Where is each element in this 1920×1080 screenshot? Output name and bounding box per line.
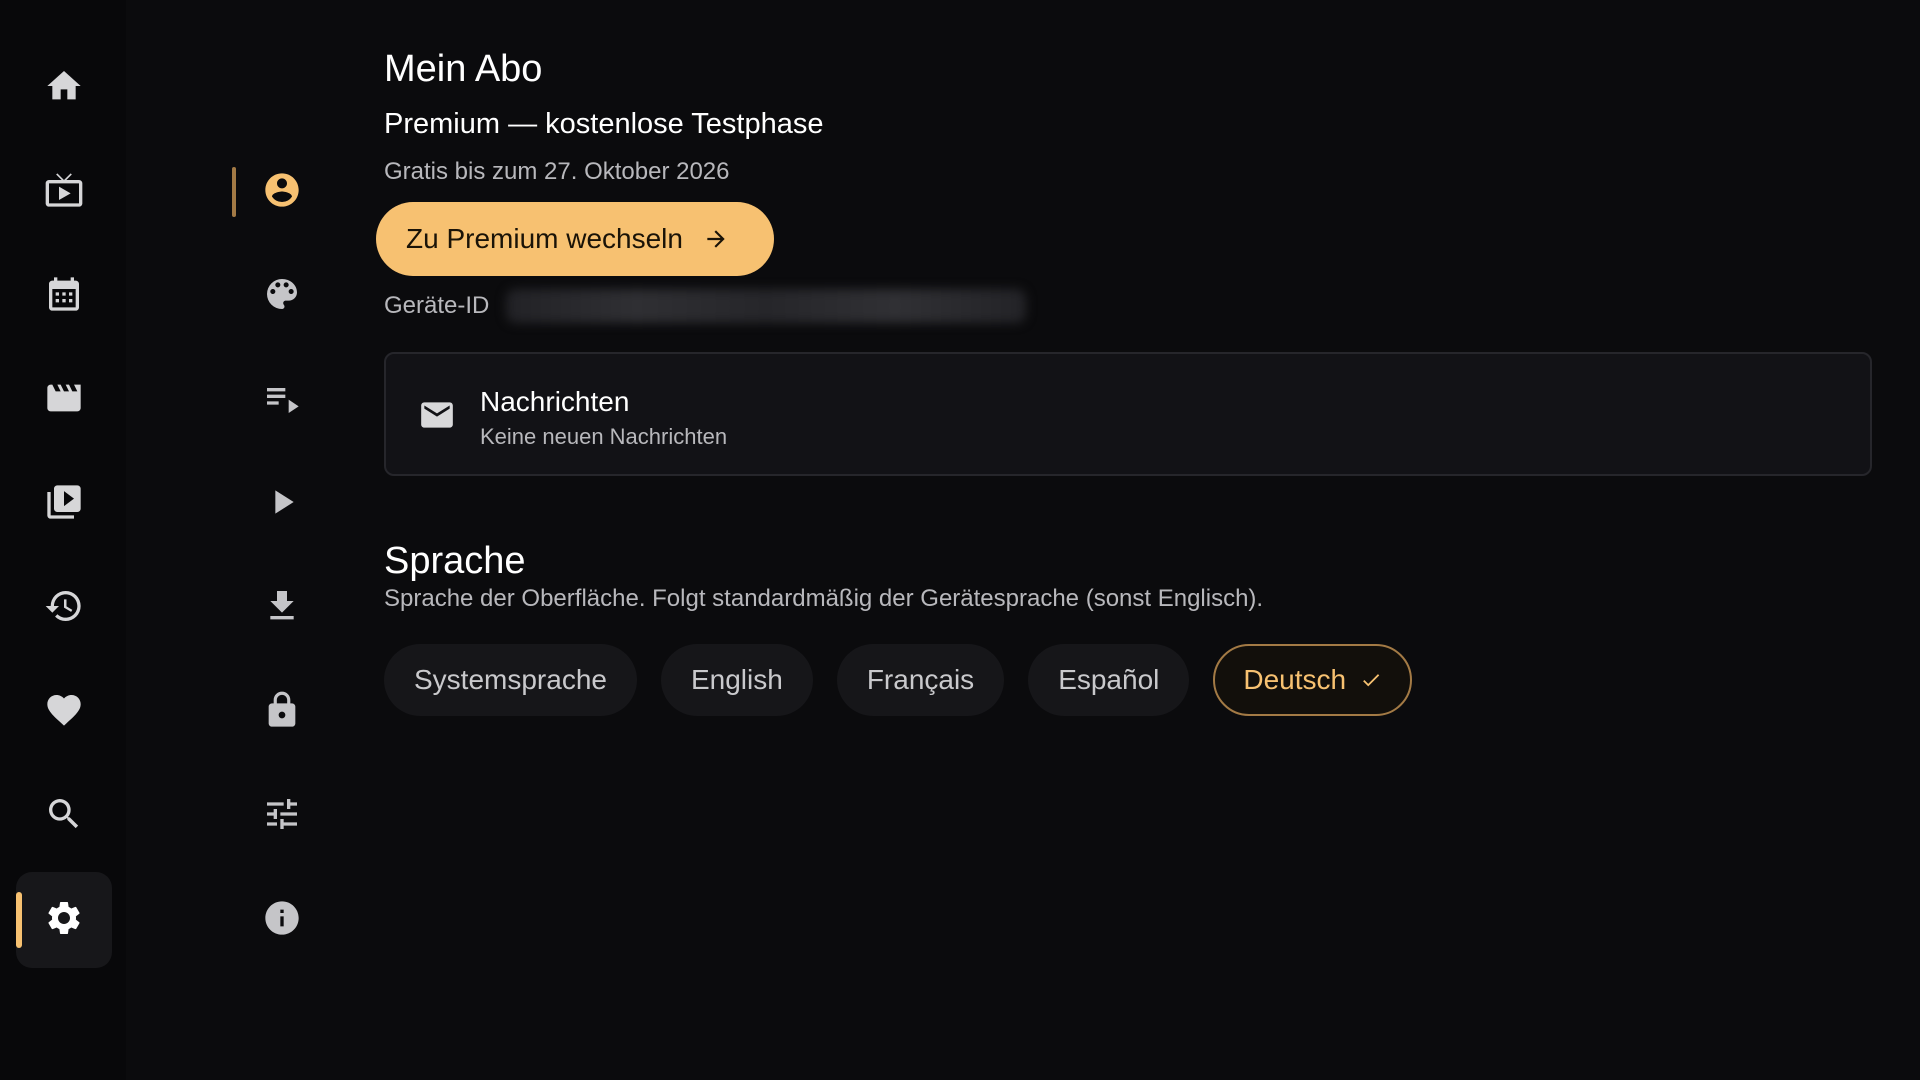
upgrade-premium-button[interactable]: Zu Premium wechseln — [376, 202, 774, 276]
calendar-icon — [44, 274, 84, 319]
settings-downloads[interactable] — [232, 568, 332, 648]
nav-search[interactable] — [16, 768, 112, 864]
settings-icon — [44, 898, 84, 943]
settings-subnav — [232, 0, 332, 1080]
settings-screen: Mein Abo Premium — kostenlose Testphase … — [0, 0, 1920, 1080]
language-option-spanish[interactable]: Español — [1028, 644, 1190, 716]
device-id-value-blurred — [506, 289, 1026, 323]
arrow-right-icon — [703, 226, 729, 252]
nav-library[interactable] — [16, 456, 112, 552]
live-tv-icon — [44, 170, 84, 215]
language-option-label: English — [690, 664, 783, 695]
info-icon — [262, 898, 302, 943]
history-icon — [44, 586, 84, 631]
download-icon — [262, 586, 302, 631]
mail-icon — [418, 396, 456, 439]
device-id-label: Geräte-ID — [384, 292, 490, 319]
language-option-english[interactable]: English — [660, 644, 813, 716]
settings-appearance[interactable] — [232, 256, 332, 336]
language-option-label: Español — [1058, 664, 1160, 695]
messages-card[interactable]: Nachrichten Keine neuen Nachrichten — [384, 352, 1872, 476]
movie-icon — [44, 378, 84, 423]
play-icon — [262, 482, 302, 527]
settings-playlists[interactable] — [232, 360, 332, 440]
nav-movies[interactable] — [16, 352, 112, 448]
settings-account[interactable] — [232, 152, 332, 232]
video-library-icon — [44, 482, 84, 527]
messages-title: Nachrichten — [480, 386, 630, 417]
nav-favorites[interactable] — [16, 664, 112, 760]
language-option-french[interactable]: Français — [836, 644, 1005, 716]
nav-settings[interactable] — [16, 872, 112, 968]
messages-status: Keine neuen Nachrichten — [480, 424, 728, 449]
language-option-label: Systemsprache — [414, 664, 607, 695]
lock-icon — [262, 690, 302, 735]
language-option-label: Deutsch — [1243, 664, 1347, 695]
language-description: Sprache der Oberfläche. Folgt standardmä… — [384, 585, 1264, 612]
plan-name: Premium — kostenlose Testphase — [384, 108, 824, 140]
settings-playback[interactable] — [232, 464, 332, 544]
playlist-play-icon — [262, 378, 302, 423]
subscription-title: Mein Abo — [384, 48, 543, 90]
language-option-system[interactable]: Systemsprache — [384, 644, 637, 716]
active-indicator — [232, 167, 236, 217]
account-icon — [262, 170, 302, 215]
settings-advanced[interactable] — [232, 776, 332, 856]
settings-security[interactable] — [232, 672, 332, 752]
palette-icon — [262, 274, 302, 319]
favorite-icon — [44, 690, 84, 735]
upgrade-button-label: Zu Premium wechseln — [406, 223, 683, 254]
account-settings-panel: Mein Abo Premium — kostenlose Testphase … — [376, 0, 1894, 1080]
tune-icon — [262, 794, 302, 839]
trial-end-date: Gratis bis zum 27. Oktober 2026 — [384, 158, 730, 185]
language-option-german[interactable]: Deutsch — [1213, 644, 1413, 716]
search-icon — [44, 794, 84, 839]
nav-live-tv[interactable] — [16, 144, 112, 240]
main-nav-rail — [0, 0, 126, 1080]
settings-about[interactable] — [232, 880, 332, 960]
check-icon — [1360, 669, 1382, 691]
nav-home[interactable] — [16, 40, 112, 136]
language-options: Systemsprache English Français Español D… — [384, 644, 1413, 716]
nav-history[interactable] — [16, 560, 112, 656]
home-icon — [44, 66, 84, 111]
active-indicator — [16, 892, 22, 948]
nav-calendar[interactable] — [16, 248, 112, 344]
language-option-label: Français — [866, 664, 975, 695]
language-title: Sprache — [384, 540, 526, 582]
